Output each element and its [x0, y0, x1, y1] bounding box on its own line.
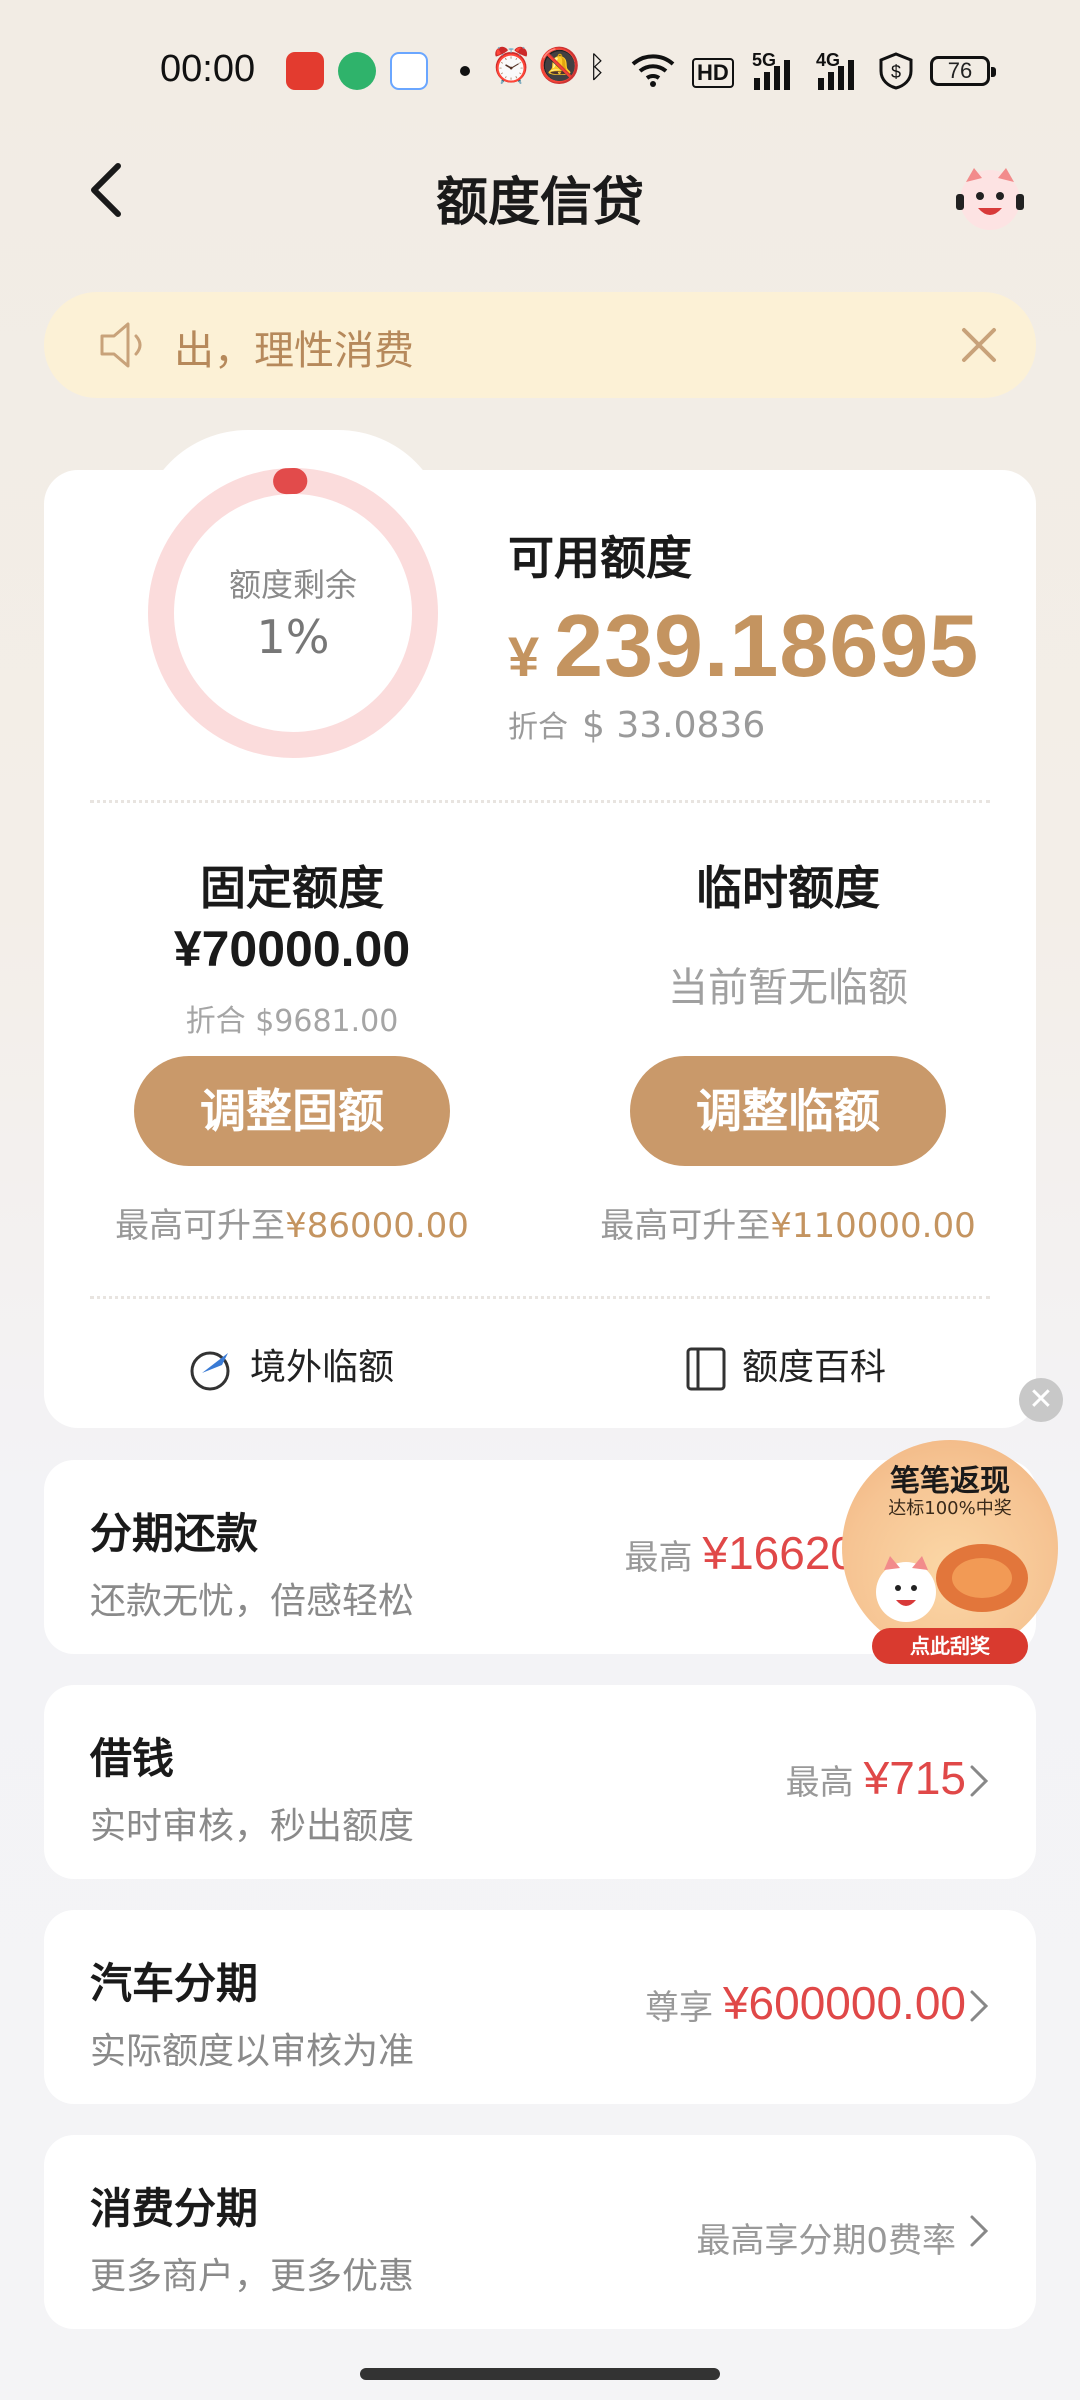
available-amount-value: 239.18695: [554, 596, 980, 695]
usd-prefix: 折合: [508, 710, 568, 745]
plane-globe-icon: [190, 1351, 230, 1391]
credit-encyclopedia-link[interactable]: 额度百科: [684, 1338, 886, 1398]
mascot-icon: [876, 1544, 1028, 1622]
svg-text:$: $: [891, 62, 901, 82]
adjust-temporary-button[interactable]: 调整临额: [630, 1056, 946, 1166]
credit-encyclopedia-label: 额度百科: [742, 1347, 887, 1388]
list-item-prefix: 最高: [785, 1763, 854, 1803]
temporary-credit-none: 当前暂无临额: [668, 965, 908, 1011]
mute-icon: 🔕: [538, 46, 581, 86]
chevron-right-icon: [970, 1990, 989, 2022]
list-item-subtitle: 还款无忧，倍感轻松: [90, 1581, 415, 1622]
list-item-prefix: 尊享: [644, 1988, 713, 2028]
list-item-value: 尊享 ¥600000.00: [645, 1976, 966, 2030]
temporary-max-text: 最高可升至¥110000.00: [538, 1198, 1038, 1247]
battery-icon: 76: [930, 56, 996, 86]
fixed-max-amount: ¥86000.00: [285, 1206, 469, 1246]
notice-text: 出，理性消费: [174, 328, 414, 374]
app-notification-icon-cloud: [390, 52, 428, 90]
list-item-amount: ¥16620: [702, 1527, 857, 1579]
list-item-prefix: 最高享分期0费率: [696, 2221, 956, 2261]
temporary-max-amount: ¥110000.00: [770, 1206, 976, 1246]
list-item-title: 汽车分期: [90, 1959, 259, 2008]
list-item-subtitle: 实际额度以审核为准: [90, 2031, 415, 2072]
promo-circle: 笔笔返现 达标100%中奖: [842, 1440, 1058, 1656]
available-usd-value: $ 33.0836: [582, 705, 766, 746]
book-icon: [686, 1347, 726, 1391]
list-item-value: 最高 ¥715: [786, 1751, 966, 1805]
list-item-amount: ¥600000.00: [722, 1977, 966, 2029]
promo-close-button[interactable]: ✕: [1019, 1378, 1063, 1422]
available-credit-title: 可用额度: [508, 531, 692, 585]
signal-4g-icon: [818, 60, 854, 90]
list-item-value: 最高享分期0费率: [696, 2209, 966, 2263]
notice-bar: 出，理性消费: [44, 292, 1036, 398]
list-item-value: 最高 ¥16620: [625, 1526, 857, 1580]
fixed-credit-amount: ¥70000.00: [173, 921, 411, 977]
list-item-title: 消费分期: [90, 2184, 259, 2233]
shield-dollar-icon: $: [879, 52, 913, 90]
adjust-fixed-button[interactable]: 调整固额: [134, 1056, 450, 1166]
overseas-credit-label: 境外临额: [250, 1347, 395, 1388]
app-notification-icon-green: [338, 52, 376, 90]
bluetooth-icon: ᛒ: [588, 50, 606, 85]
chevron-right-icon: [970, 2215, 989, 2247]
ring-label: 额度剩余: [228, 566, 357, 604]
fixed-credit-usd: 折合 $9681.00: [185, 1004, 399, 1039]
cashback-promo-badge[interactable]: 笔笔返现 达标100%中奖 点此刮奖: [842, 1440, 1058, 1665]
list-item-subtitle: 实时审核，秒出额度: [90, 1806, 415, 1847]
available-credit-amount: ¥239.18695: [508, 595, 979, 697]
divider: [90, 1296, 990, 1299]
divider: [90, 800, 990, 803]
page-title: 额度信贷: [435, 173, 644, 233]
app-notification-icon-red: [286, 52, 324, 90]
list-item-title: 借钱: [90, 1734, 175, 1783]
list-item-prefix: 最高: [624, 1538, 693, 1578]
ring-percent: 1%: [256, 610, 330, 664]
fixed-credit-title: 固定额度: [200, 861, 384, 915]
home-indicator[interactable]: [360, 2368, 720, 2380]
list-item-borrow[interactable]: 借钱 实时审核，秒出额度 最高 ¥715: [44, 1685, 1036, 1879]
alarm-icon: ⏰: [490, 46, 533, 86]
currency-symbol: ¥: [508, 625, 541, 688]
customer-service-button[interactable]: [952, 160, 1028, 236]
close-icon[interactable]: [954, 320, 1004, 370]
temporary-max-prefix: 最高可升至: [600, 1206, 771, 1246]
signal-5g-icon: [754, 60, 790, 90]
list-item-subtitle: 更多商户，更多优惠: [90, 2256, 415, 2297]
hd-label: HD: [692, 58, 734, 88]
promo-subtitle: 达标100%中奖: [888, 1498, 1012, 1519]
status-time: 00:00: [160, 48, 256, 90]
chevron-right-icon: [970, 1765, 989, 1797]
dot-icon: [460, 66, 470, 76]
scratch-prize-button[interactable]: 点此刮奖: [872, 1628, 1028, 1664]
list-item-amount: ¥715: [863, 1752, 966, 1804]
overseas-credit-link[interactable]: 境外临额: [188, 1338, 394, 1398]
available-credit-usd: 折合 $ 33.0836: [508, 702, 765, 746]
fixed-max-text: 最高可升至¥86000.00: [42, 1198, 542, 1247]
fixed-max-prefix: 最高可升至: [115, 1206, 286, 1246]
status-bar: 00:00 ⏰ 🔕 ᛒ HD 5G 4G $ 76: [0, 0, 1080, 130]
wifi-icon: [631, 54, 675, 87]
temporary-credit-title: 临时额度: [696, 861, 880, 915]
list-item-car-installment[interactable]: 汽车分期 实际额度以审核为准 尊享 ¥600000.00: [44, 1910, 1036, 2104]
list-item-consumer-installment[interactable]: 消费分期 更多商户，更多优惠 最高享分期0费率: [44, 2135, 1036, 2329]
list-item-title: 分期还款: [90, 1509, 259, 1558]
mascot-avatar-icon: [956, 168, 1024, 230]
speaker-icon: [100, 322, 142, 368]
